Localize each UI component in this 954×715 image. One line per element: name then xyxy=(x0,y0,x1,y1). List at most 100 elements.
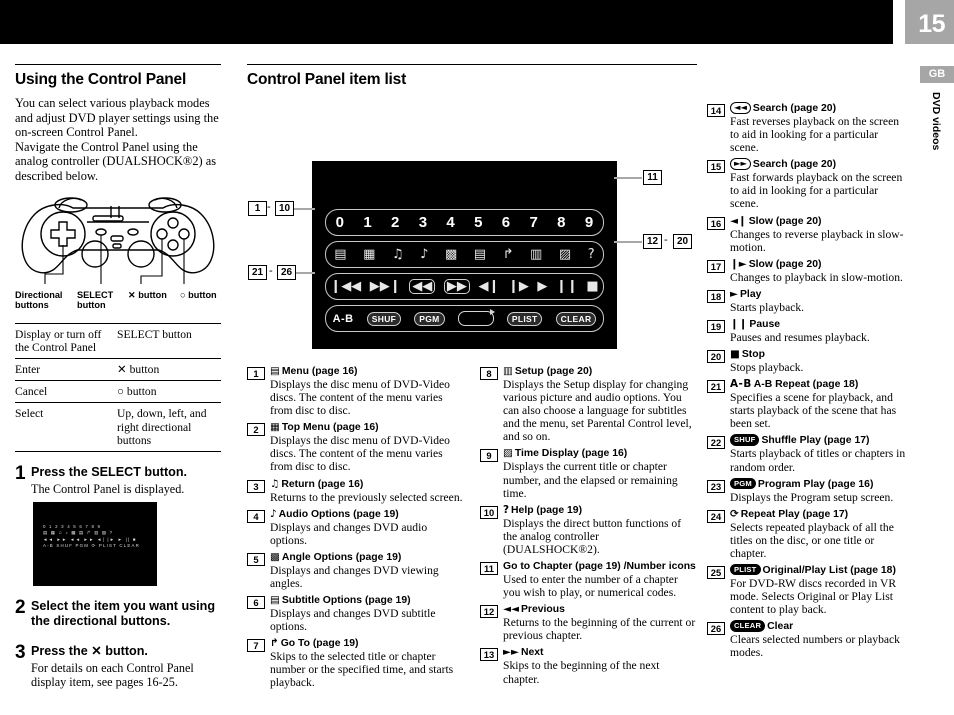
right-item-list: 14 ◄◄ Search (page 20) Fast reverses play… xyxy=(707,102,907,659)
item-number: 15 xyxy=(707,160,725,174)
page-title: Using the Control Panel xyxy=(15,71,187,88)
list-item: 25 PLIST Original/Play List (page 18) For… xyxy=(707,563,907,616)
callout-box: 26 xyxy=(277,265,296,280)
item-desc: Displays and changes DVD viewing angles. xyxy=(270,563,439,590)
item-number: 8 xyxy=(480,367,498,380)
time-display-icon: ▨ xyxy=(503,447,513,460)
item-number: 1 xyxy=(247,367,265,380)
list-item: 22 SHUF Shuffle Play (page 17) Starts pla… xyxy=(707,434,907,474)
list-item: 12 ◄◄ Previous Returns to the beginning o… xyxy=(480,603,697,642)
item-desc: Returns to the beginning of the current … xyxy=(503,616,696,643)
return-icon: ♫ xyxy=(270,477,280,490)
item-number: 24 xyxy=(707,509,725,523)
item-title: Play xyxy=(740,288,762,300)
shuffle-icon: SHUF xyxy=(730,434,760,446)
item-title: Audio Options (page 19) xyxy=(278,508,399,520)
clear-icon: CLEAR xyxy=(730,620,766,632)
op-button: ✕ button xyxy=(117,362,160,376)
page-number-band: 15 xyxy=(905,0,954,44)
list-item: 9 ▨ Time Display (page 16) Displays the c… xyxy=(480,447,697,500)
previous-icon: ◄◄ xyxy=(503,603,519,616)
item-title: Go to Chapter (page 19) /Number icons xyxy=(503,561,696,573)
step-number: 3 xyxy=(15,642,26,664)
list-item: 11 Go to Chapter (page 19) /Number icons… xyxy=(480,560,697,599)
section-rule xyxy=(15,64,221,65)
item-desc: Skips to the beginning of the next chapt… xyxy=(503,659,660,686)
time-display-icon: ▨ xyxy=(558,247,572,262)
step-number: 1 xyxy=(15,462,26,484)
item-desc: Specifies a scene for playback, and star… xyxy=(730,391,897,431)
pause-icon: ❙❙ xyxy=(730,317,748,330)
subtitle-icon: ▤ xyxy=(270,594,280,607)
program-pill: PGM xyxy=(414,311,445,326)
item-title: Menu (page 16) xyxy=(281,366,358,377)
osd-digit: 8 xyxy=(557,214,566,231)
scan-reverse-icon: ◀◀ xyxy=(409,279,436,294)
callout-dash: - xyxy=(267,201,271,213)
item-title: Clear xyxy=(767,621,794,633)
item-title: Shuffle Play (page 17) xyxy=(761,435,870,447)
step-text: The Control Panel is displayed. xyxy=(31,481,185,496)
list-item: 23 PGM Program Play (page 16) Displays th… xyxy=(707,477,907,504)
previous-icon: ❙◀◀ xyxy=(330,279,362,294)
item-desc: Displays the disc menu of DVD-Video disc… xyxy=(270,378,450,418)
repeat-loop-icon xyxy=(457,309,495,326)
item-title: Time Display (page 16) xyxy=(514,448,628,460)
right-column: 14 ◄◄ Search (page 20) Fast reverses play… xyxy=(707,64,907,663)
item-desc: Skips to the selected title or chapter n… xyxy=(270,650,454,690)
table-row: Cancel ○ button xyxy=(15,381,221,403)
menu-icon: ▤ xyxy=(270,365,280,377)
shuffle-pill: SHUF xyxy=(366,311,402,326)
op-button: ○ button xyxy=(117,385,157,399)
step-heading: Press the ✕ button. xyxy=(31,644,148,659)
item-desc: Displays and changes DVD audio options. xyxy=(270,520,428,547)
list-item: 8 ▥ Setup (page 20) Displays the Setup di… xyxy=(480,365,697,443)
item-title: Stop xyxy=(741,349,765,361)
item-number: 2 xyxy=(247,423,265,437)
item-desc: Selects repeated playback of all the tit… xyxy=(730,520,894,560)
item-title: Subtitle Options (page 19) xyxy=(281,595,411,607)
top-menu-icon: ▦ xyxy=(363,247,376,262)
item-title: Repeat Play (page 17) xyxy=(740,508,849,520)
item-title: Help (page 19) xyxy=(511,504,583,516)
program-icon: PGM xyxy=(730,477,756,490)
goto-icon: ↱ xyxy=(270,637,279,650)
audio-icon: ♪ xyxy=(420,247,429,262)
audio-icon: ♪ xyxy=(270,507,277,520)
list-item: 3 ♫ Return (page 16) Returns to the previ… xyxy=(247,478,464,504)
help-icon: ? xyxy=(587,247,595,262)
scan-forward-icon: ▶▶ xyxy=(443,279,470,294)
list-item: 19 ❙❙ Pause Pauses and resumes playback. xyxy=(707,318,907,344)
step-2: 2 Select the item you want using the dir… xyxy=(15,598,221,631)
step-heading: Press the SELECT button. xyxy=(31,464,188,479)
item-desc: Displays the Program setup screen. xyxy=(730,490,894,504)
list-item: 10 ? Help (page 19) Displays the direct b… xyxy=(480,504,697,556)
list-item: 4 ♪ Audio Options (page 19) Displays and … xyxy=(247,508,464,547)
item-title: Return (page 16) xyxy=(281,478,364,490)
leader-line xyxy=(614,177,642,179)
scan-reverse-icon: ◄◄ xyxy=(730,102,751,114)
callout-box: 1 xyxy=(248,201,267,216)
playlist-pill: PLIST xyxy=(506,311,543,326)
item-title: Top Menu (page 16) xyxy=(281,422,379,434)
item-desc: Fast reverses playback on the screen to … xyxy=(730,115,900,155)
return-icon: ♫ xyxy=(391,247,404,262)
osd-digit: 5 xyxy=(474,214,483,231)
play-icon: ► xyxy=(730,287,738,300)
op-action: Select xyxy=(15,407,44,421)
osd-transport-row: ❙◀◀ ▶▶❙ ◀◀ ▶▶ ◀❙ ❙▶ ▶ ❙❙ ■ xyxy=(325,273,604,300)
item-title: Slow (page 20) xyxy=(748,215,822,227)
list-item: 14 ◄◄ Search (page 20) Fast reverses play… xyxy=(707,102,907,154)
item-desc: Fast forwards playback on the screen to … xyxy=(730,171,903,211)
op-button: Up, down, left, and right directional bu… xyxy=(117,407,207,447)
item-number: 18 xyxy=(707,289,725,303)
item-number: 19 xyxy=(707,319,725,333)
osd-digit: 2 xyxy=(391,214,400,231)
slow-forward-icon: ❙▶ xyxy=(507,279,529,294)
scan-forward-icon: ►► xyxy=(730,158,751,171)
item-title: A-B Repeat (page 18) xyxy=(753,379,859,391)
list-item: 5 ▩ Angle Options (page 19) Displays and … xyxy=(247,551,464,590)
osd-digit: 9 xyxy=(584,214,594,231)
callout-dash: - xyxy=(664,234,668,246)
top-menu-icon: ▦ xyxy=(270,421,280,434)
